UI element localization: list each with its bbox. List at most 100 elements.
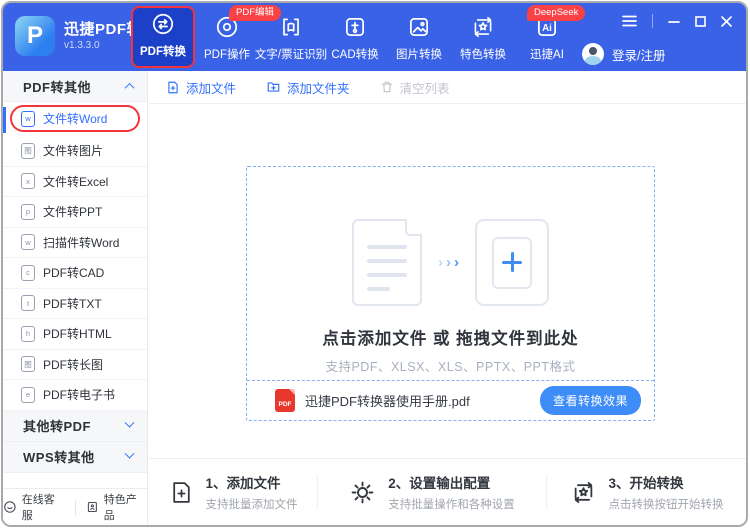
selected-indicator (3, 107, 6, 133)
tab-label: 特色转换 (460, 49, 506, 61)
sidebar-item-file-to-image[interactable]: 图 文件转图片 (3, 136, 147, 167)
minimize-icon[interactable] (668, 15, 680, 27)
file-plus-icon (172, 481, 190, 503)
sidebar-item-file-to-word[interactable]: w 文件转Word (10, 105, 140, 132)
sidebar: PDF转其他 w 文件转Word 图 文件转图片 x 文件转Excel p 文件… (3, 71, 148, 525)
scan-doc-icon: w (21, 234, 35, 251)
control-divider (652, 14, 653, 28)
tab-label: CAD转换 (331, 49, 379, 61)
ppt-doc-icon: p (21, 203, 35, 220)
step-add-file: 1、添加文件 支持批量添加文件 (149, 459, 317, 525)
maximize-icon[interactable] (695, 15, 706, 27)
sidebar-section-wps-to-other[interactable]: WPS转其他 (3, 441, 147, 473)
document-icon (352, 219, 422, 306)
user-avatar (582, 43, 604, 65)
sidebar-item-pdf-to-ebook[interactable]: e PDF转电子书 (3, 380, 147, 411)
item-label: PDF转CAD (43, 266, 105, 281)
pdf-file-icon: PDF (275, 389, 295, 412)
drop-zone-illustration: › › › (247, 219, 654, 306)
sidebar-item-pdf-to-long-image[interactable]: 图 PDF转长图 (3, 350, 147, 380)
arrows-icon: › › › (438, 254, 459, 271)
app-window: P 迅捷PDF转换器 v1.3.3.0 PDF转换 PDF编辑 PDF操作 文字… (1, 1, 748, 527)
add-card[interactable] (475, 219, 549, 306)
drop-zone[interactable]: › › › 点击添加文件 或 拖拽文件到此处 支持PDF、XLSX、XLS、PPTX… (246, 166, 655, 421)
sidebar-item-pdf-to-txt[interactable]: t PDF转TXT (3, 289, 147, 319)
chat-smile-icon (4, 501, 16, 513)
login-label: 登录/注册 (612, 48, 666, 63)
tab-label: 文字/票证识别 (254, 49, 328, 61)
sample-file-row: PDF 迅捷PDF转换器使用手册.pdf 查看转换效果 (247, 380, 654, 420)
tab-pdf-convert[interactable]: PDF转换 (131, 6, 195, 68)
item-label: PDF转HTML (43, 327, 112, 342)
word-doc-icon: w (21, 110, 35, 127)
clear-list-button[interactable]: 清空列表 (380, 78, 450, 97)
footer-divider (75, 499, 76, 515)
view-result-button[interactable]: 查看转换效果 (539, 386, 641, 415)
add-file-button[interactable]: 添加文件 (166, 78, 236, 97)
chevron-down-icon (124, 417, 135, 428)
sidebar-item-pdf-to-html[interactable]: h PDF转HTML (3, 319, 147, 350)
file-toolbar: 添加文件 添加文件夹 清空列表 (149, 71, 746, 104)
tab-label: PDF转换 (140, 46, 186, 58)
tab-special-convert[interactable]: 特色转换 (451, 3, 515, 71)
gear-icon (351, 481, 374, 503)
section-label: 其他转PDF (23, 419, 92, 434)
add-folder-button[interactable]: 添加文件夹 (266, 78, 350, 97)
item-label: PDF转电子书 (43, 388, 116, 403)
step-desc: 支持批量操作和各种设置 (388, 499, 515, 511)
login-register[interactable]: 登录/注册 (582, 43, 665, 65)
window-controls (622, 14, 732, 28)
titlebar: P 迅捷PDF转换器 v1.3.3.0 PDF转换 PDF编辑 PDF操作 文字… (3, 3, 746, 71)
item-label: 文件转PPT (43, 205, 103, 220)
step-title: 3、开始转换 (608, 476, 684, 491)
star-rotate-icon (470, 12, 496, 42)
item-label: 文件转Word (43, 112, 108, 126)
sidebar-item-scan-to-word[interactable]: w 扫描件转Word (3, 228, 147, 258)
item-label: 扫描件转Word (43, 235, 120, 250)
tab-label: 迅捷AI (530, 49, 564, 61)
svg-text:Ai: Ai (542, 23, 552, 34)
sidebar-section-pdf-to-other[interactable]: PDF转其他 (3, 71, 147, 102)
featured-products-link[interactable]: 特色产品 (86, 491, 147, 523)
tab-image-convert[interactable]: 图片转换 (387, 3, 451, 71)
plus-icon (492, 236, 532, 289)
step-desc: 支持批量添加文件 (205, 499, 298, 511)
button-label: 添加文件夹 (287, 81, 350, 96)
menu-icon[interactable] (622, 15, 637, 27)
step-title: 2、设置输出配置 (388, 476, 491, 491)
main-nav-tabs: PDF转换 PDF编辑 PDF操作 文字/票证识别 CAD转换 图片转换 特色转… (131, 3, 586, 71)
drop-zone-main-text: 点击添加文件 或 拖拽文件到此处 (322, 330, 579, 348)
step-start-convert: 3、开始转换 点击转换按钮开始转换 (547, 459, 746, 525)
footer-label: 在线客服 (21, 494, 55, 522)
product-badge-icon (87, 501, 97, 513)
tab-ai[interactable]: DeepSeek Ai 迅捷AI (515, 3, 586, 71)
long-image-doc-icon: 图 (21, 356, 35, 373)
file-name: 迅捷PDF转换器使用手册.pdf (305, 394, 470, 409)
sidebar-item-pdf-to-cad[interactable]: c PDF转CAD (3, 258, 147, 289)
sidebar-section-other-to-pdf[interactable]: 其他转PDF (3, 410, 147, 442)
tab-pdf-operate[interactable]: PDF编辑 PDF操作 (195, 3, 282, 71)
section-label: PDF转其他 (23, 79, 92, 95)
tab-cad-convert[interactable]: CAD转换 (323, 3, 387, 71)
item-label: 文件转图片 (43, 144, 104, 159)
drop-zone-sub-text: 支持PDF、XLSX、XLS、PPTX、PPT格式 (325, 360, 576, 374)
sidebar-item-file-to-excel[interactable]: x 文件转Excel (3, 167, 147, 197)
item-label: 文件转Excel (43, 174, 109, 189)
excel-doc-icon: x (21, 173, 35, 190)
chevron-down-icon (124, 448, 135, 459)
star-rotate-icon (574, 481, 592, 503)
cad-doc-icon: c (21, 264, 35, 281)
online-support-link[interactable]: 在线客服 (3, 491, 65, 523)
close-icon[interactable] (721, 15, 732, 27)
tab-label: 图片转换 (396, 49, 442, 61)
folder-plus-icon (267, 82, 280, 92)
step-configure-output: 2、设置输出配置 支持批量操作和各种设置 (318, 459, 546, 525)
sidebar-footer: 在线客服 特色产品 (3, 488, 147, 525)
button-label: 添加文件 (186, 81, 237, 96)
item-label: PDF转长图 (43, 357, 104, 372)
sidebar-item-file-to-ppt[interactable]: p 文件转PPT (3, 197, 147, 228)
txt-doc-icon: t (21, 295, 35, 312)
deepseek-badge: DeepSeek (527, 5, 586, 21)
html-doc-icon: h (21, 325, 35, 342)
chevron-up-icon (124, 82, 135, 93)
